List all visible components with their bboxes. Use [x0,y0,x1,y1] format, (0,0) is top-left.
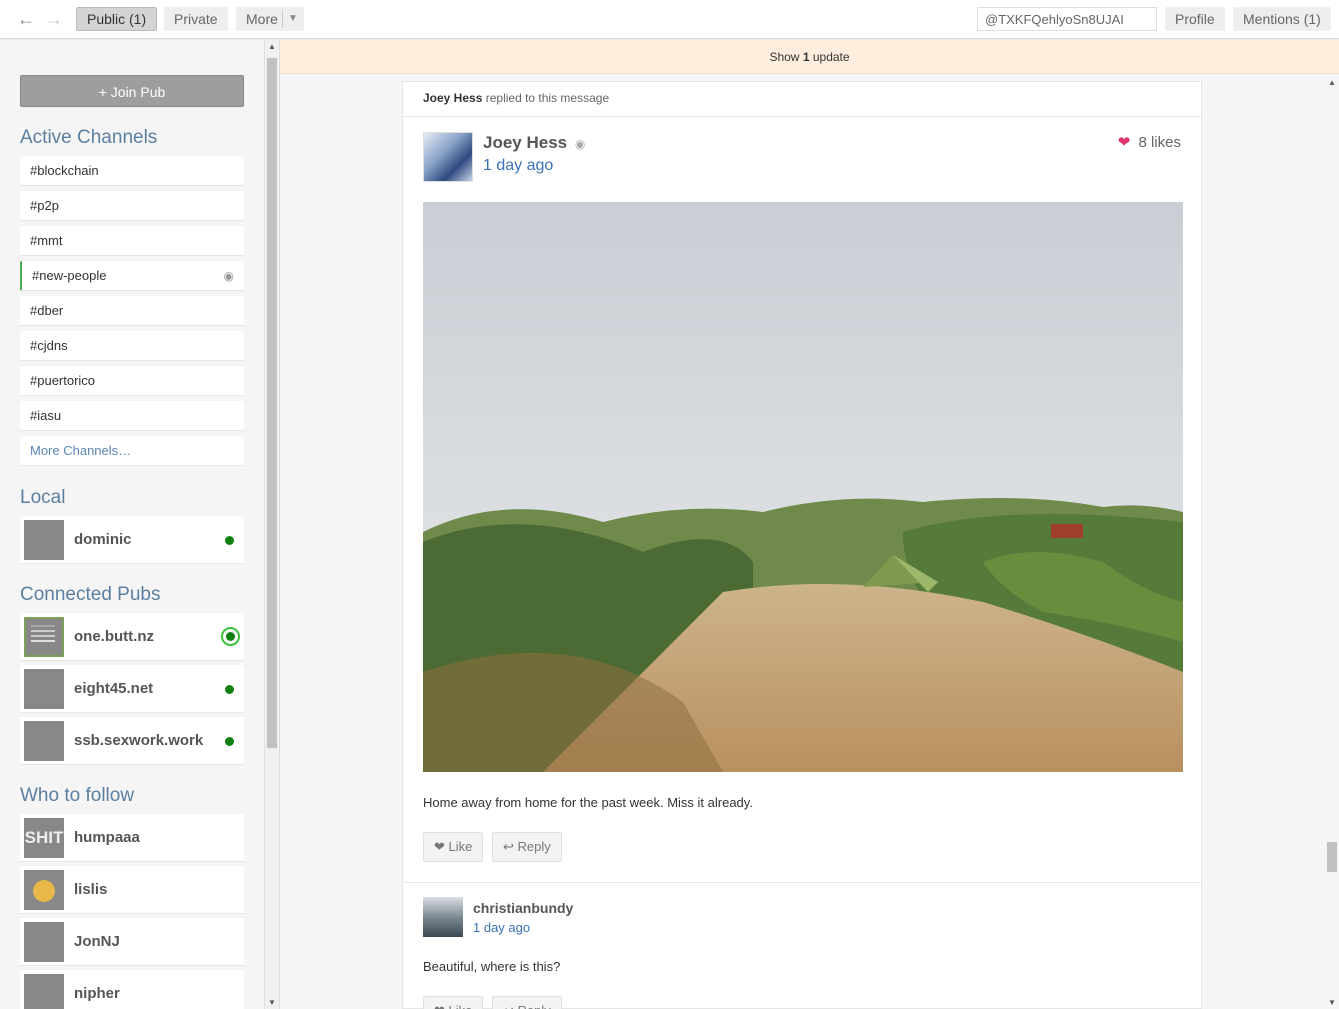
pub-item-eight45-net[interactable]: eight45.net [20,665,244,713]
likes-count: ❤ 8 likes [1118,133,1181,151]
avatar: SHIT [24,818,64,858]
sidebar-scrollbar[interactable]: ▲ ▼ [264,40,279,1009]
suggestion-name: JonNJ [74,933,120,950]
avatar [24,669,64,709]
back-arrow-icon[interactable]: ← [15,8,37,30]
replied-text: replied to this message [485,91,610,105]
message-thread: Joey Hess replied to this message Joey H… [402,81,1202,1009]
feed-scrollbar[interactable]: ▲ ▼ [1325,74,1339,1009]
avatar[interactable] [423,132,473,182]
update-prefix: Show [769,50,800,64]
channel-item-p2p[interactable]: #p2p [20,191,244,221]
channel-item-puertorico[interactable]: #puertorico [20,366,244,396]
post-photo[interactable] [423,202,1183,772]
suggestion-name: humpaaa [74,829,140,846]
radio-dot-icon: ◉ [574,137,586,151]
online-status-icon [225,536,234,545]
reply-button[interactable]: ↩ Reply [492,832,562,862]
show-updates-bar[interactable]: Show 1 update [280,40,1339,74]
suggestion-name: lislis [74,881,108,898]
tab-private[interactable]: Private [164,7,228,31]
top-navigation-bar: ← → Public (1) Private More ▼ Profile Me… [0,0,1339,39]
reply-author[interactable]: christianbundy [473,900,573,916]
avatar [24,520,64,560]
tab-public[interactable]: Public (1) [76,7,158,31]
channel-item-mmt[interactable]: #mmt [20,226,244,256]
active-channels-heading: Active Channels [20,127,158,148]
avatar[interactable] [423,897,463,937]
suggestion-humpaaa[interactable]: SHIT humpaaa [20,814,244,862]
post-author-name: Joey Hess [483,133,568,152]
connected-status-icon [221,627,240,646]
tab-profile[interactable]: Profile [1165,7,1225,31]
channel-label: #new-people [32,268,107,283]
avatar [24,721,64,761]
avatar [24,617,64,657]
scroll-down-icon[interactable]: ▼ [1328,998,1336,1007]
pub-name: one.butt.nz [74,628,154,645]
scrollbar-thumb[interactable] [1327,842,1337,872]
channel-item-dber[interactable]: #dber [20,296,244,326]
post-timestamp[interactable]: 1 day ago [483,157,553,175]
divider [403,882,1201,883]
divider [403,116,1201,117]
caret-down-icon[interactable]: ▼ [282,10,298,28]
radio-dot-icon: ◉ [223,269,234,283]
pub-item-ssb-sexwork-work[interactable]: ssb.sexwork.work [20,717,244,765]
scroll-up-icon[interactable]: ▲ [268,42,276,51]
scroll-up-icon[interactable]: ▲ [1328,78,1336,87]
scroll-down-icon[interactable]: ▼ [268,998,276,1007]
avatar [24,974,64,1009]
local-peer-dominic[interactable]: dominic [20,516,244,564]
suggestion-nipher[interactable]: nipher [20,970,244,1009]
suggestion-lislis[interactable]: lislis [20,866,244,914]
reply-like-button[interactable]: ❤ Like [423,996,484,1009]
who-to-follow-heading: Who to follow [20,785,135,806]
channel-item-iasu[interactable]: #iasu [20,401,244,431]
channel-item-cjdns[interactable]: #cjdns [20,331,244,361]
update-suffix: update [812,50,850,64]
connected-pubs-heading: Connected Pubs [20,584,161,605]
pub-name: ssb.sexwork.work [74,732,204,749]
reply-body: Beautiful, where is this? [423,959,561,974]
channel-item-new-people[interactable]: #new-people ◉ [20,261,244,291]
tab-more[interactable]: More ▼ [236,7,304,31]
replied-note: Joey Hess replied to this message [423,91,609,105]
join-pub-button[interactable]: + Join Pub [20,75,244,107]
post-author[interactable]: Joey Hess ◉ [483,133,585,153]
beach-campsite-photo [423,202,1183,772]
avatar [24,870,64,910]
like-button[interactable]: ❤ Like [423,832,484,862]
suggestion-name: nipher [74,985,120,1002]
suggestion-jonnj[interactable]: JonNJ [20,918,244,966]
forward-arrow-icon[interactable]: → [43,8,65,30]
reply-reply-button[interactable]: ↩ Reply [492,996,562,1009]
likes-label: 8 likes [1138,134,1181,151]
scrollbar-thumb[interactable] [267,58,277,748]
tab-mentions[interactable]: Mentions (1) [1233,7,1331,31]
heart-icon: ❤ [1117,134,1131,151]
update-count: 1 [802,50,810,64]
search-input[interactable] [977,7,1157,31]
tab-more-label: More [246,11,278,27]
pub-item-one-butt-nz[interactable]: one.butt.nz [20,613,244,661]
online-status-icon [225,737,234,746]
post-body: Home away from home for the past week. M… [423,795,753,810]
reply-timestamp[interactable]: 1 day ago [473,920,530,935]
avatar [24,922,64,962]
replied-author[interactable]: Joey Hess [423,91,482,105]
local-heading: Local [20,487,66,508]
pub-name: eight45.net [74,680,154,697]
more-channels-link[interactable]: More Channels… [20,436,244,466]
channel-item-blockchain[interactable]: #blockchain [20,156,244,186]
online-status-icon [225,685,234,694]
peer-name: dominic [74,531,132,548]
